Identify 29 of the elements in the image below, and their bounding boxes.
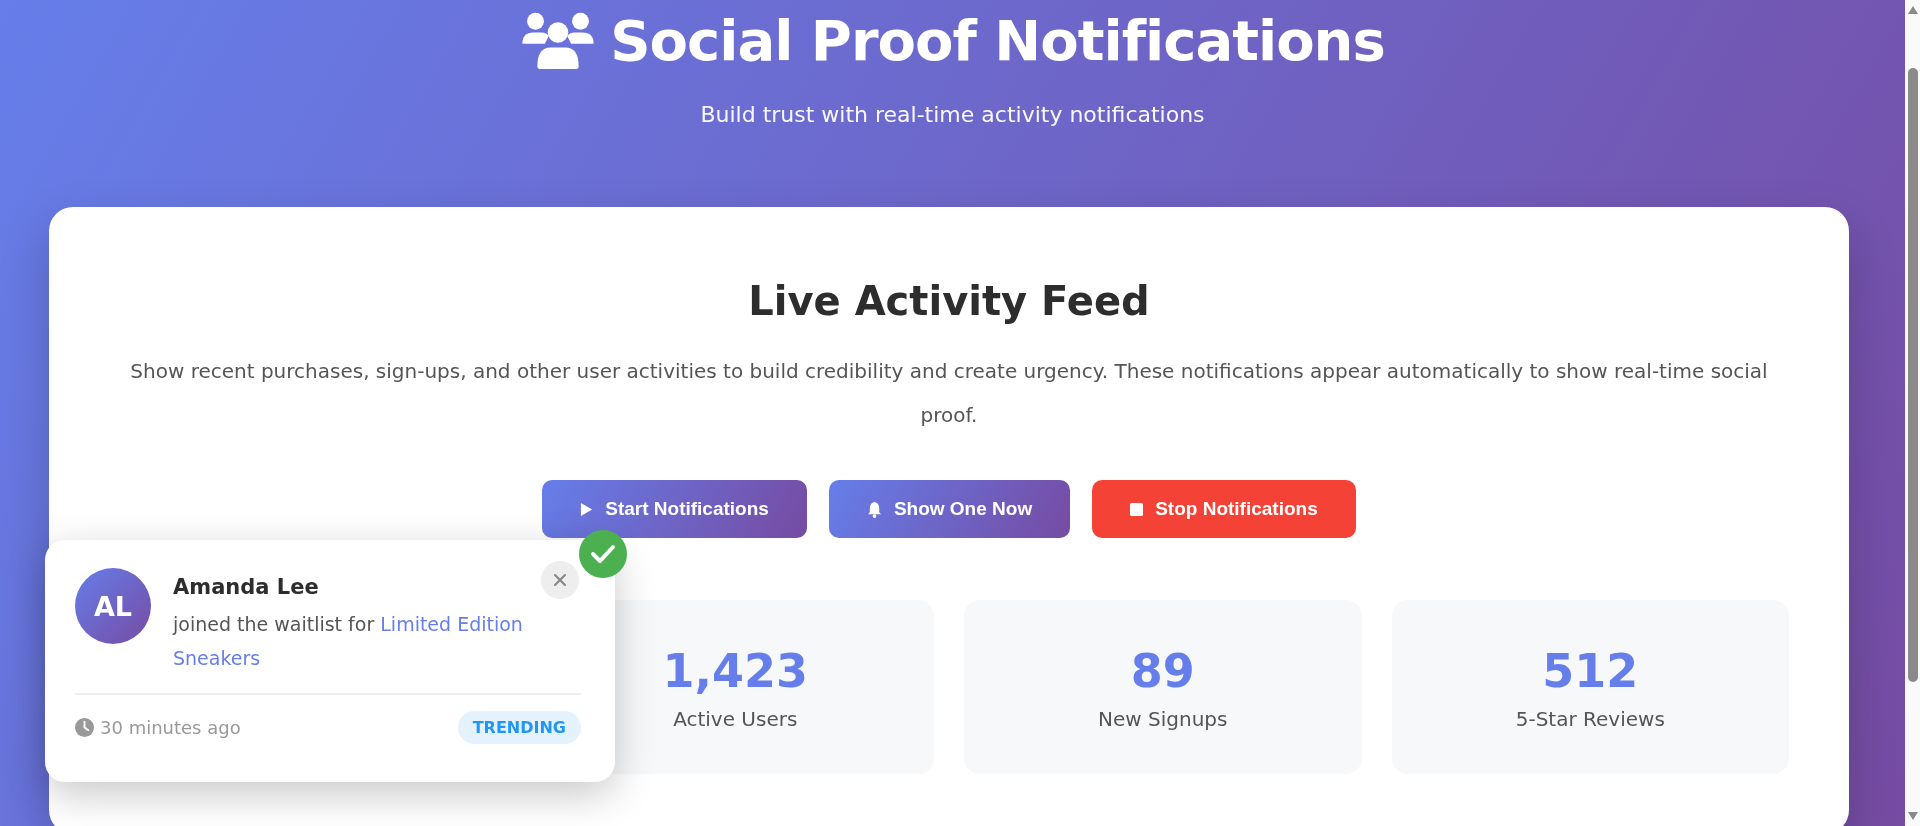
user-name: Amanda Lee — [173, 574, 320, 601]
page-subtitle: Build trust with real-time activity notifications — [699, 101, 1206, 129]
stat-value: 89 — [1130, 643, 1195, 699]
clock-icon — [75, 718, 94, 737]
stat-label: 5-Star Reviews — [1515, 707, 1665, 731]
users-icon — [520, 10, 597, 70]
avatar: AL — [75, 568, 151, 644]
time-text: 30 minutes ago — [100, 717, 241, 738]
scroll-thumb[interactable] — [1907, 68, 1918, 682]
scrollbar[interactable] — [1905, 0, 1920, 826]
page-title: Social Proof Notifications — [610, 7, 1385, 73]
scroll-up-icon[interactable] — [1907, 6, 1918, 14]
bell-icon — [866, 500, 882, 518]
scroll-down-icon[interactable] — [1907, 812, 1918, 820]
close-icon — [554, 574, 566, 586]
show-button[interactable]: Show One Now — [828, 480, 1071, 538]
play-icon — [580, 501, 594, 517]
start-button[interactable]: Start Notifications — [542, 480, 807, 538]
section-description: Show recent purchases, sign-ups, and other user activities to build credibility and create urgency. These notifications appear automatically to show real-time social proof. — [129, 358, 1769, 429]
activity-message: joined the waitlist for Limited Edition Sneakers — [173, 612, 524, 671]
stop-button[interactable]: Stop Notifications — [1092, 480, 1356, 538]
stat-label: Active Users — [673, 707, 798, 731]
stop-icon — [1130, 502, 1144, 516]
trending-badge: TRENDING — [457, 711, 581, 744]
stat-value: 1,423 — [662, 643, 808, 699]
section-title: Live Activity Feed — [747, 277, 1151, 326]
close-button[interactable] — [541, 561, 579, 599]
stat-value: 512 — [1542, 643, 1639, 699]
stat-label: New Signups — [1098, 707, 1228, 731]
